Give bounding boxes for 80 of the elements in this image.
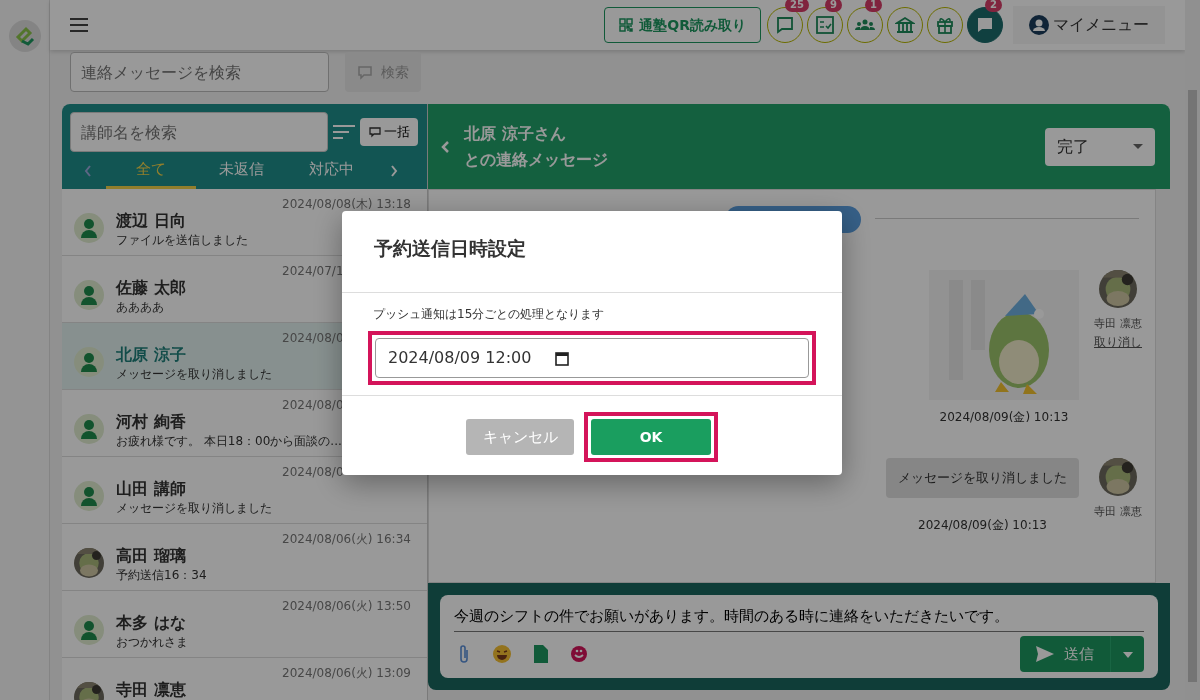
message-icon <box>357 64 373 80</box>
contact-name: 河村 絢香 <box>116 412 187 432</box>
back-icon[interactable] <box>440 139 450 154</box>
timestamp: 2024/08/09(金) 10:13 <box>918 516 1047 534</box>
dialog-title: 予約送信日時設定 <box>342 211 842 293</box>
contact-name: 渡辺 日向 <box>116 211 187 231</box>
checklist-icon <box>815 15 835 35</box>
ok-button[interactable]: OK <box>591 419 711 455</box>
conversation-subtitle: との連絡メッセージ <box>464 148 608 171</box>
sender-name: 寺田 凛恵 <box>1094 316 1142 332</box>
timestamp: 2024/08/0 <box>282 330 344 347</box>
message-search-field[interactable]: 連絡メッセージを検索 <box>70 52 329 92</box>
paperclip-icon[interactable] <box>458 644 470 664</box>
teacher-search-field[interactable]: 講師名を検索 <box>70 112 328 152</box>
count-badge: 2 <box>985 0 1002 12</box>
timestamp: 2024/08/06(火) 13:50 <box>282 598 411 615</box>
timestamp: 2024/08/0 <box>282 464 344 481</box>
conversation-title: 北原 涼子さん <box>464 122 567 145</box>
message-composer[interactable]: 今週のシフトの件でお願いがあります。時間のある時に連絡をいただきたいです。 送信 <box>440 594 1158 678</box>
toolbar-button[interactable] <box>967 7 1003 43</box>
contact-name: 高田 瑠璃 <box>116 546 187 566</box>
filter-tab[interactable]: 対応中 <box>286 152 376 189</box>
message-icon <box>368 125 382 139</box>
status-dropdown[interactable]: 完了 <box>1045 127 1155 166</box>
sort-icon[interactable] <box>332 124 356 140</box>
contact-name: 佐藤 太郎 <box>116 278 186 298</box>
contact-name: 北原 涼子 <box>116 345 187 365</box>
sticker-icon[interactable] <box>570 645 588 663</box>
toolbar-button[interactable] <box>847 7 883 43</box>
contact-item[interactable]: 高田 瑠璃 予約送信16：34 2024/08/06(火) 16:34 <box>62 524 427 591</box>
contact-item[interactable]: 寺田 凛恵 2024/08/06(火) 13:09 <box>62 658 427 700</box>
caret-icon <box>1133 144 1143 149</box>
message-preview: メッセージを取り消しました <box>116 500 272 517</box>
chat-icon <box>975 15 995 35</box>
chevron-left-icon <box>84 164 92 177</box>
filter-tab[interactable]: 未返信 <box>196 152 286 189</box>
user-icon <box>1029 15 1049 35</box>
count-badge: 25 <box>785 0 809 12</box>
caret-icon <box>1122 651 1133 658</box>
timestamp: 2024/08/06(火) 13:09 <box>282 665 411 682</box>
toolbar-button[interactable] <box>927 7 963 43</box>
message-preview: 予約送信16：34 <box>116 567 207 584</box>
timestamp: 2024/07/1 <box>282 263 344 280</box>
timestamp: 2024/08/06(火) 16:34 <box>282 531 411 548</box>
contact-name: 本多 はな <box>116 613 187 633</box>
unsend-link[interactable]: 取り消し <box>1094 332 1142 351</box>
message-preview: ああああ <box>116 299 165 316</box>
timestamp: 2024/08/08(木) 13:18 <box>282 196 411 213</box>
timestamp: 2024/08/09(金) 10:13 <box>939 409 1069 426</box>
file-icon[interactable] <box>534 645 548 663</box>
contact-name: 寺田 凛恵 <box>116 680 186 700</box>
send-icon <box>1036 646 1054 662</box>
send-options-button[interactable] <box>1110 636 1144 672</box>
count-badge: 1 <box>865 0 882 12</box>
sender-name: 寺田 凛恵 <box>1094 504 1142 520</box>
menu-icon[interactable] <box>70 18 88 32</box>
emoji-icon[interactable] <box>492 644 512 664</box>
contact-name: 山田 講師 <box>116 479 187 499</box>
logo-icon <box>8 20 41 52</box>
qr-code-icon <box>619 18 634 32</box>
message-bubble: メッセージを取り消しました <box>886 458 1079 498</box>
send-button[interactable]: 送信 <box>1020 636 1110 672</box>
toolbar-button[interactable] <box>767 7 803 43</box>
timestamp: 2024/08/0 <box>282 397 344 414</box>
contact-item[interactable]: 本多 はな おつかれさま 2024/08/06(火) 13:50 <box>62 591 427 658</box>
count-badge: 9 <box>825 0 842 12</box>
chat-icon <box>775 15 795 35</box>
message-preview: おつかれさま <box>116 634 188 651</box>
gift-icon <box>935 15 955 35</box>
bulk-button[interactable]: 一括 <box>360 118 418 146</box>
calendar-icon[interactable] <box>555 350 570 366</box>
message-preview: お疲れ様です。 本日18：00から面談の... <box>116 433 342 450</box>
building-icon <box>895 15 915 35</box>
my-menu-button[interactable]: マイメニュー <box>1013 6 1165 44</box>
toolbar-button[interactable] <box>807 7 843 43</box>
toolbar-button[interactable] <box>887 7 923 43</box>
datetime-field[interactable]: 2024/08/09 12:00 <box>375 338 809 378</box>
message-preview: ファイルを送信しました <box>116 232 248 249</box>
message-preview: メッセージを取り消しました <box>116 366 272 383</box>
chevron-right-icon <box>390 164 398 177</box>
